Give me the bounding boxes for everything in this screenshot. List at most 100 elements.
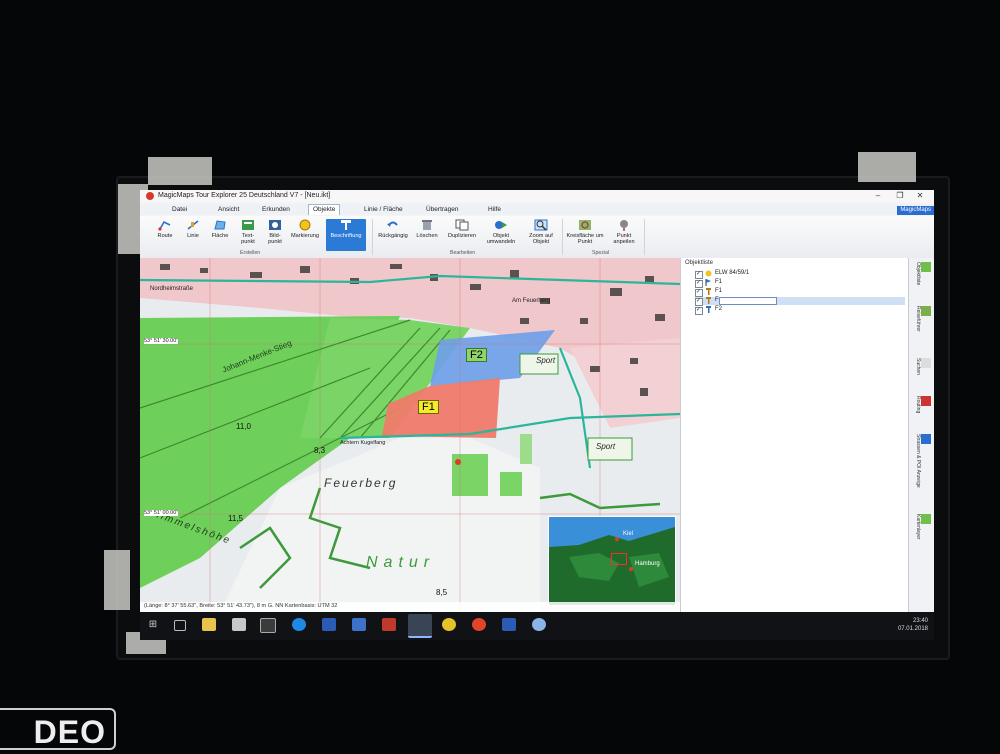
app-icon[interactable]: [260, 618, 276, 633]
point-bearing-tool[interactable]: Punkt anpeilen: [608, 219, 640, 245]
undo-tool[interactable]: Rückgängig: [376, 219, 410, 239]
label-tool[interactable]: Beschriftung: [326, 219, 366, 251]
location-marker[interactable]: [455, 459, 461, 465]
menu-hilfe[interactable]: Hilfe: [488, 206, 501, 213]
visibility-checkbox[interactable]: [695, 279, 703, 288]
sport-label: Sport: [596, 442, 616, 451]
chrome-icon[interactable]: [472, 618, 486, 631]
magicmaps-button[interactable]: MagicMaps: [897, 206, 934, 215]
file-explorer-icon[interactable]: [202, 618, 216, 631]
menu-uebertragen[interactable]: Übertragen: [426, 206, 459, 213]
visibility-checkbox[interactable]: [695, 288, 703, 297]
circle-area-label: Kreisfläche um Punkt: [566, 233, 604, 245]
taskbar-clock[interactable]: 23:40 07.01.2018: [898, 617, 928, 633]
routing-tab-icon: [921, 396, 931, 406]
app-icon[interactable]: [382, 618, 396, 631]
street-label: Achtern Kugelfang: [340, 440, 386, 446]
object-label: ELW 84/59/1: [715, 270, 750, 276]
line-tool[interactable]: Linie: [182, 219, 204, 239]
object-list-item[interactable]: F2: [695, 306, 905, 315]
marker-tool[interactable]: Markierung: [290, 219, 320, 239]
app-icon[interactable]: [442, 618, 456, 631]
street-label: Am Feuerberg: [512, 298, 551, 304]
group-bearbeiten: Bearbeiten: [450, 250, 476, 256]
map-view[interactable]: F2 F1 Nordheimstraße Am Feuerberg Achter…: [140, 258, 680, 612]
line-label: Linie: [187, 233, 199, 239]
object-list-item[interactable]: F1: [695, 288, 905, 297]
menu-ansicht[interactable]: Ansicht: [218, 206, 239, 213]
area-f2-label[interactable]: F2: [466, 348, 487, 362]
object-list-panel: Objektliste ELW 84/59/1 F1 F1 F F2: [680, 258, 909, 612]
object-list-item[interactable]: F1: [695, 279, 905, 288]
close-button[interactable]: ✕: [910, 190, 930, 202]
convert-tool[interactable]: Objekt umwandeln: [484, 219, 518, 245]
start-button[interactable]: ⊞: [146, 618, 160, 631]
point-bearing-icon: [620, 220, 628, 231]
elevation-label: 11,5: [228, 514, 243, 523]
clock-time: 23:40: [912, 618, 928, 624]
maximize-button[interactable]: ❐: [890, 190, 910, 202]
label-icon: [341, 220, 351, 230]
object-list-item[interactable]: ELW 84/59/1: [695, 270, 905, 279]
menu-datei[interactable]: Datei: [172, 206, 187, 213]
object-label: F1: [715, 279, 723, 285]
object-list-title: Objektliste: [685, 260, 714, 266]
circle-area-tool[interactable]: Kreisfläche um Punkt: [566, 219, 604, 245]
convert-label: Objekt umwandeln: [486, 233, 516, 245]
ribbon-toolbar: Route Linie Fläche Text-punkt Bild-punkt…: [140, 216, 934, 259]
minimize-button[interactable]: –: [868, 190, 888, 202]
elevation-label: 11,0: [236, 422, 251, 431]
duplicate-tool[interactable]: Duplizieren: [446, 219, 478, 239]
ribbon-separator: [562, 219, 563, 255]
layers-tab-icon: [921, 514, 931, 524]
tab-strassen-poi[interactable]: Strassen & POI Anzeige: [913, 434, 931, 488]
delete-label: Löschen: [416, 233, 438, 239]
tab-suchen[interactable]: Suchen: [913, 358, 931, 375]
imagepoint-tool[interactable]: Bild-punkt: [264, 219, 286, 245]
app-icon[interactable]: [502, 618, 516, 631]
label-label: Beschriftung: [330, 233, 362, 239]
visibility-checkbox[interactable]: [695, 306, 703, 315]
label-icon: [706, 288, 711, 295]
overview-map[interactable]: Kiel Hamburg: [548, 516, 676, 606]
visibility-checkbox[interactable]: [695, 270, 703, 279]
menu-linie-flaeche[interactable]: Linie / Fläche: [364, 206, 403, 213]
zoom-object-tool[interactable]: Zoom auf Objekt: [524, 219, 558, 245]
route-tool[interactable]: Route: [154, 219, 176, 239]
app-icon[interactable]: [532, 618, 546, 631]
object-list-item-selected[interactable]: F: [695, 297, 905, 306]
status-bar: (Länge: 8° 37' 55.63", Breite: 53° 51' 4…: [140, 602, 680, 612]
undo-icon: [387, 221, 398, 227]
visibility-checkbox[interactable]: [695, 297, 703, 306]
tape-strip: [858, 152, 916, 182]
label-icon: [706, 306, 711, 313]
label-icon: [706, 297, 711, 304]
area-f1-label[interactable]: F1: [418, 400, 439, 414]
objectlist-tab-icon: [921, 262, 931, 272]
tab-objektliste[interactable]: Objektliste: [913, 262, 931, 285]
delete-icon: [422, 220, 432, 230]
tab-reisefuehrer[interactable]: Reiseführer: [913, 306, 931, 332]
task-view-icon[interactable]: [174, 620, 186, 631]
group-erstellen: Erstellen: [240, 250, 261, 256]
delete-tool[interactable]: Löschen: [414, 219, 440, 239]
app-icon[interactable]: [232, 618, 246, 631]
viewport-rectangle[interactable]: [611, 553, 627, 565]
tab-routing[interactable]: Routing: [913, 396, 931, 413]
rename-input[interactable]: [719, 297, 777, 305]
route-label: Route: [157, 233, 173, 239]
city-label: Hamburg: [635, 561, 660, 567]
teamviewer-icon[interactable]: [292, 618, 306, 631]
poi-tab-icon: [921, 434, 931, 444]
window-title: MagicMaps Tour Explorer 25 Deutschland V…: [158, 192, 331, 199]
magicmaps-taskbar-button[interactable]: [408, 614, 432, 638]
tab-kartenlayer[interactable]: Kartenlayer: [913, 514, 931, 540]
app-icon[interactable]: [322, 618, 336, 631]
menu-erkunden[interactable]: Erkunden: [262, 206, 290, 213]
area-tool[interactable]: Fläche: [208, 219, 232, 239]
textpoint-tool[interactable]: Text-punkt: [236, 219, 260, 245]
app-icon[interactable]: [352, 618, 366, 631]
hamburg-marker: [629, 567, 633, 571]
title-bar: MagicMaps Tour Explorer 25 Deutschland V…: [140, 190, 934, 202]
menu-objekte[interactable]: Objekte: [308, 204, 341, 215]
